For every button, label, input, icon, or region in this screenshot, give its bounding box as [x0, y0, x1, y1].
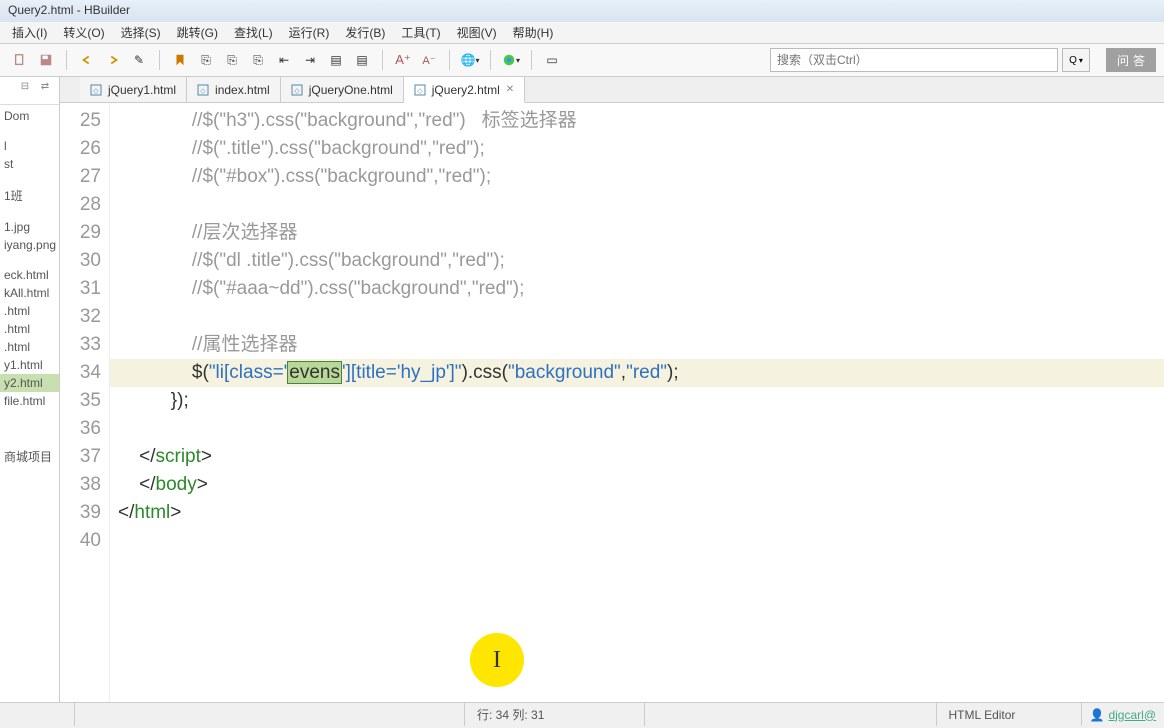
- file-tree-item[interactable]: .html: [0, 338, 59, 356]
- tab-label: jQuery2.html: [432, 83, 500, 97]
- file-tree-item[interactable]: .html: [0, 302, 59, 320]
- file-tree-item[interactable]: st: [0, 155, 59, 173]
- file-tree-item[interactable]: Dom: [0, 107, 59, 125]
- menu-item[interactable]: 查找(L): [226, 22, 281, 43]
- tool-icon[interactable]: ⎘: [246, 48, 270, 72]
- sidebar: ⊟ ⇄ Dom lst 1班 1.jpgiyang.png eck.htmlkAll.h…: [0, 77, 60, 702]
- toolbar: ✎ ⎘ ⎘ ⎘ ⇤ ⇥ ▤ ▤ A⁺ A⁻ 🌐▾ ▾ ▭ Q ▾ 问答: [0, 44, 1164, 77]
- svg-text:◇: ◇: [294, 88, 300, 95]
- tool-icon[interactable]: ▤: [324, 48, 348, 72]
- separator: [382, 50, 383, 70]
- menu-item[interactable]: 运行(R): [281, 22, 338, 43]
- editor-tab[interactable]: ◇ jQuery2.html ✕: [404, 77, 525, 103]
- file-tree-item[interactable]: l: [0, 137, 59, 155]
- separator: [66, 50, 67, 70]
- title-bar: Query2.html - HBuilder: [0, 0, 1164, 22]
- menu-item[interactable]: 插入(I): [4, 22, 55, 43]
- cursor-position: 行: 34 列: 31: [465, 703, 645, 726]
- font-dec-icon[interactable]: A⁻: [417, 48, 441, 72]
- file-tree-item[interactable]: 1.jpg: [0, 218, 59, 236]
- editor-tab[interactable]: ◇ index.html: [187, 77, 281, 102]
- chrome-icon[interactable]: ▾: [499, 48, 523, 72]
- browser-icon[interactable]: 🌐▾: [458, 48, 482, 72]
- code-editor[interactable]: //$("h3").css("background","red") 标签选择器 …: [110, 103, 1164, 702]
- new-icon[interactable]: [8, 48, 32, 72]
- search-button[interactable]: Q ▾: [1062, 48, 1090, 72]
- tab-label: index.html: [215, 83, 270, 97]
- user-icon: 👤: [1090, 708, 1105, 722]
- font-inc-icon[interactable]: A⁺: [391, 48, 415, 72]
- menu-item[interactable]: 跳转(G): [169, 22, 226, 43]
- file-tree-item[interactable]: y1.html: [0, 356, 59, 374]
- undo-icon[interactable]: [75, 48, 99, 72]
- file-icon: ◇: [90, 84, 102, 96]
- file-tree-item[interactable]: 商城项目: [0, 446, 59, 467]
- line-gutter: 25262728293031323334353637383940: [60, 103, 110, 702]
- tool-icon[interactable]: ⎘: [194, 48, 218, 72]
- collapse-icon[interactable]: ⊟: [15, 81, 35, 101]
- tab-label: jQueryOne.html: [309, 83, 393, 97]
- tab-bar: ◇jQuery1.html◇index.html◇jQueryOne.html◇…: [60, 77, 1164, 103]
- menu-item[interactable]: 帮助(H): [505, 22, 562, 43]
- tool-icon[interactable]: ⎘: [220, 48, 244, 72]
- search-input[interactable]: [770, 48, 1058, 72]
- svg-text:◇: ◇: [417, 88, 423, 95]
- tool-icon[interactable]: ▤: [350, 48, 374, 72]
- redo-icon[interactable]: [101, 48, 125, 72]
- menu-item[interactable]: 视图(V): [449, 22, 505, 43]
- file-tree-item[interactable]: eck.html: [0, 266, 59, 284]
- separator: [531, 50, 532, 70]
- save-icon[interactable]: [34, 48, 58, 72]
- link-icon[interactable]: ⇄: [35, 81, 55, 101]
- close-icon[interactable]: ✕: [506, 84, 514, 95]
- separator: [490, 50, 491, 70]
- editor-tab[interactable]: ◇ jQueryOne.html: [281, 77, 404, 102]
- bookmark-icon[interactable]: [168, 48, 192, 72]
- file-tree-item[interactable]: iyang.png: [0, 236, 59, 254]
- menu-item[interactable]: 发行(B): [337, 22, 393, 43]
- preview-icon[interactable]: ▭: [540, 48, 564, 72]
- editor-area: ◇jQuery1.html◇index.html◇jQueryOne.html◇…: [60, 77, 1164, 702]
- file-icon: ◇: [414, 84, 426, 96]
- user-link[interactable]: djgcarl@: [1108, 708, 1156, 722]
- menu-bar: 插入(I)转义(O)选择(S)跳转(G)查找(L)运行(R)发行(B)工具(T)…: [0, 22, 1164, 44]
- window-title: Query2.html - HBuilder: [8, 3, 130, 17]
- file-icon: ◇: [197, 84, 209, 96]
- svg-text:◇: ◇: [200, 88, 206, 95]
- indent-right-icon[interactable]: ⇥: [298, 48, 322, 72]
- file-tree-item[interactable]: kAll.html: [0, 284, 59, 302]
- tab-label: jQuery1.html: [108, 83, 176, 97]
- svg-text:◇: ◇: [93, 88, 99, 95]
- menu-item[interactable]: 转义(O): [55, 22, 112, 43]
- menu-item[interactable]: 选择(S): [113, 22, 169, 43]
- file-tree-item[interactable]: 1班: [0, 185, 59, 206]
- file-tree-item[interactable]: y2.html: [0, 374, 59, 392]
- separator: [159, 50, 160, 70]
- menu-item[interactable]: 工具(T): [393, 22, 448, 43]
- file-tree-item[interactable]: .html: [0, 320, 59, 338]
- editor-tab[interactable]: ◇ jQuery1.html: [80, 77, 187, 102]
- file-icon: ◇: [291, 84, 303, 96]
- qa-button[interactable]: 问答: [1106, 48, 1156, 72]
- status-bar: 行: 34 列: 31 HTML Editor 👤 djgcarl@: [0, 702, 1164, 726]
- file-tree-item[interactable]: file.html: [0, 392, 59, 410]
- separator: [449, 50, 450, 70]
- file-tree: Dom lst 1班 1.jpgiyang.png eck.htmlkAll.html.…: [0, 105, 59, 469]
- indent-left-icon[interactable]: ⇤: [272, 48, 296, 72]
- editor-mode: HTML Editor: [937, 703, 1082, 726]
- format-icon[interactable]: ✎: [127, 48, 151, 72]
